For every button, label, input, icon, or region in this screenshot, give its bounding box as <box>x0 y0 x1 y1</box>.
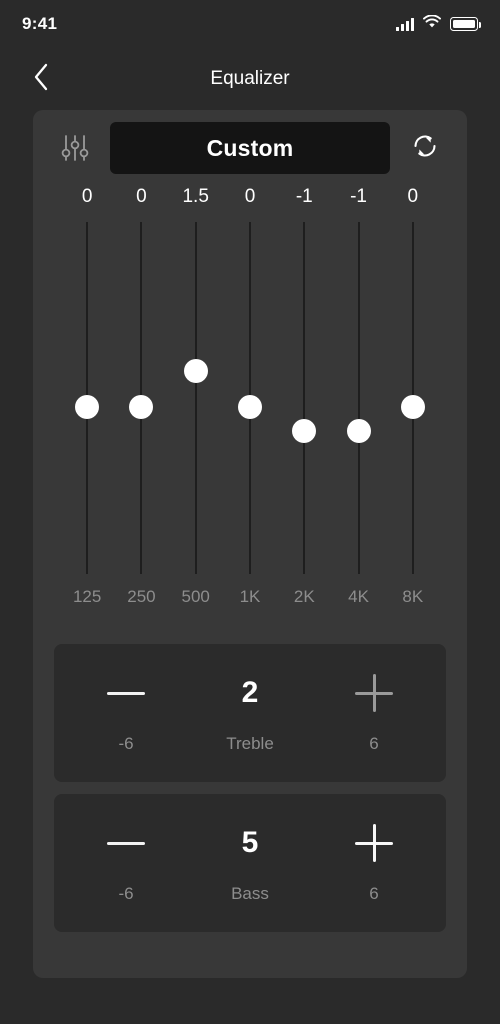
band-value: 0 <box>81 186 93 207</box>
band-values-row: 0 0 1.5 0 -1 -1 0 <box>45 186 455 222</box>
band-value: 0 <box>244 186 256 207</box>
bass-stepper: 5 -6 Bass 6 <box>54 794 446 932</box>
slider-thumb[interactable] <box>292 418 317 443</box>
band-frequency: 250 <box>127 587 156 606</box>
band-frequency: 125 <box>72 587 102 606</box>
bass-decrease-button[interactable] <box>64 815 188 871</box>
band-sliders <box>45 222 455 574</box>
band-slider-2k[interactable] <box>277 222 331 574</box>
band-frequency: 4K <box>348 587 369 606</box>
preset-selector-button[interactable]: Custom <box>110 122 390 174</box>
treble-increase-button[interactable] <box>312 665 436 721</box>
band-value: -1 <box>295 186 313 207</box>
preset-row: Custom <box>45 110 455 186</box>
slider-thumb[interactable] <box>183 358 208 383</box>
bass-min-label: -6 <box>118 884 134 903</box>
band-frequency: 1K <box>239 587 261 606</box>
plus-icon <box>355 674 393 712</box>
nav-bar: Equalizer <box>0 48 500 110</box>
bass-max-label: 6 <box>369 884 379 903</box>
wifi-icon <box>423 14 441 34</box>
band-value: 0 <box>407 186 419 207</box>
slider-track <box>303 222 306 574</box>
bass-value: 5 <box>241 826 259 859</box>
reset-button[interactable] <box>404 127 446 169</box>
band-slider-250[interactable] <box>114 222 168 574</box>
treble-stepper: 2 -6 Treble 6 <box>54 644 446 782</box>
minus-icon <box>107 691 145 695</box>
slider-thumb[interactable] <box>400 394 425 419</box>
minus-icon <box>107 841 145 845</box>
band-slider-4k[interactable] <box>331 222 385 574</box>
chevron-left-icon <box>31 62 51 97</box>
bass-label: Bass <box>231 884 269 903</box>
reset-icon <box>410 131 440 166</box>
treble-min-label: -6 <box>118 734 134 753</box>
back-button[interactable] <box>24 62 58 96</box>
band-value: -1 <box>350 186 368 207</box>
band-frequency-row: 125 250 500 1K 2K 4K 8K <box>45 574 455 620</box>
band-slider-125[interactable] <box>60 222 114 574</box>
slider-thumb[interactable] <box>129 394 154 419</box>
signal-bars-icon <box>396 17 414 31</box>
treble-decrease-button[interactable] <box>64 665 188 721</box>
plus-icon <box>355 824 393 862</box>
band-slider-500[interactable] <box>169 222 223 574</box>
page-title: Equalizer <box>210 68 290 89</box>
status-icons <box>396 14 482 34</box>
equalizer-panel: Custom 0 0 1.5 0 -1 -1 0 125 250 500 1K … <box>33 110 467 978</box>
preset-label: Custom <box>206 134 294 161</box>
band-slider-8k[interactable] <box>386 222 440 574</box>
slider-thumb[interactable] <box>237 394 262 419</box>
status-time: 9:41 <box>22 14 58 33</box>
status-bar: 9:41 <box>0 0 500 48</box>
slider-track <box>194 222 197 574</box>
sliders-icon[interactable] <box>54 127 96 169</box>
treble-max-label: 6 <box>369 734 379 753</box>
slider-thumb[interactable] <box>346 418 371 443</box>
band-frequency: 500 <box>181 587 210 606</box>
treble-label: Treble <box>226 734 274 753</box>
band-frequency: 2K <box>293 587 315 606</box>
band-value: 0 <box>136 186 147 207</box>
slider-thumb[interactable] <box>75 394 100 419</box>
bass-increase-button[interactable] <box>312 815 436 871</box>
band-frequency: 8K <box>402 587 424 606</box>
treble-value: 2 <box>241 676 259 709</box>
band-value: 1.5 <box>182 186 209 207</box>
battery-full-icon <box>450 17 482 31</box>
slider-track <box>357 222 360 574</box>
band-slider-1k[interactable] <box>223 222 277 574</box>
